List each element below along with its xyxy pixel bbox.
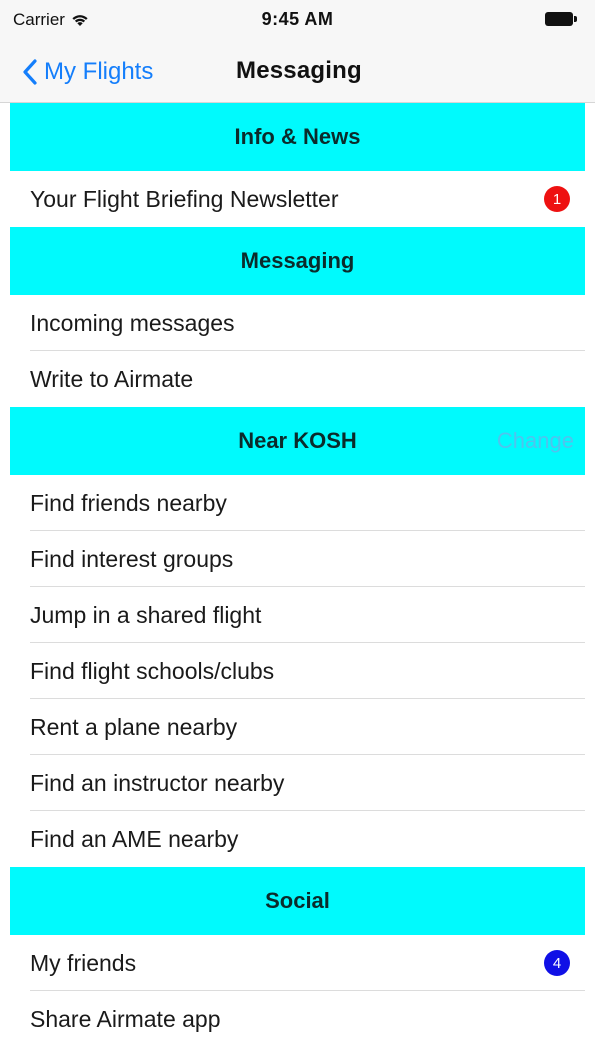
section-title: Messaging — [240, 248, 355, 273]
row-label: Jump in a shared flight — [30, 601, 262, 628]
change-location-button[interactable]: Change — [497, 428, 574, 454]
section-title: Social — [265, 888, 330, 913]
page-title: Messaging — [236, 57, 362, 84]
row-shared-flight[interactable]: Jump in a shared flight — [0, 587, 595, 643]
row-newsletter[interactable]: Your Flight Briefing Newsletter 1 — [0, 171, 595, 227]
section-header-messaging: Messaging — [10, 227, 585, 295]
unread-badge: 1 — [544, 186, 570, 212]
battery-icon — [545, 12, 578, 26]
row-my-friends[interactable]: My friends 4 — [0, 935, 595, 991]
section-title: Info & News — [234, 124, 361, 149]
friends-count-badge: 4 — [544, 950, 570, 976]
battery-body — [545, 12, 573, 26]
row-label: Find flight schools/clubs — [30, 657, 275, 684]
back-button[interactable]: My Flights — [22, 54, 153, 90]
row-flight-schools[interactable]: Find flight schools/clubs — [0, 643, 595, 699]
row-share-app[interactable]: Share Airmate app — [0, 991, 595, 1042]
status-time: 9:45 AM — [261, 9, 334, 29]
row-label: Find friends nearby — [30, 489, 227, 516]
row-label: Write to Airmate — [30, 365, 194, 392]
back-label: My Flights — [44, 58, 154, 85]
row-label: Share Airmate app — [30, 1005, 221, 1032]
row-label: My friends — [30, 949, 137, 976]
status-bar: Carrier 9:45 AM — [0, 0, 595, 42]
menu-list: Info & News Your Flight Briefing Newslet… — [0, 103, 595, 1042]
messaging-screen: Carrier 9:45 AM My Flights Messaging Inf… — [0, 0, 595, 1042]
section-header-near-location: Near KOSH Change — [10, 407, 585, 475]
row-rent-plane[interactable]: Rent a plane nearby — [0, 699, 595, 755]
navigation-bar: My Flights Messaging — [0, 42, 595, 103]
row-find-ame[interactable]: Find an AME nearby — [0, 811, 595, 867]
row-label: Rent a plane nearby — [30, 713, 238, 740]
chevron-left-icon — [22, 59, 38, 85]
row-write-to-airmate[interactable]: Write to Airmate — [0, 351, 595, 407]
row-label: Your Flight Briefing Newsletter — [30, 185, 339, 212]
row-label: Find an instructor nearby — [30, 769, 285, 796]
row-find-interest-groups[interactable]: Find interest groups — [0, 531, 595, 587]
section-title: Near KOSH — [238, 428, 357, 453]
row-label: Find interest groups — [30, 545, 234, 572]
row-label: Incoming messages — [30, 309, 235, 336]
section-header-social: Social — [10, 867, 585, 935]
row-find-friends-nearby[interactable]: Find friends nearby — [0, 475, 595, 531]
row-label: Find an AME nearby — [30, 825, 239, 852]
battery-tip — [574, 16, 577, 22]
section-header-info-news: Info & News — [10, 103, 585, 171]
row-find-instructor[interactable]: Find an instructor nearby — [0, 755, 595, 811]
row-incoming-messages[interactable]: Incoming messages — [0, 295, 595, 351]
